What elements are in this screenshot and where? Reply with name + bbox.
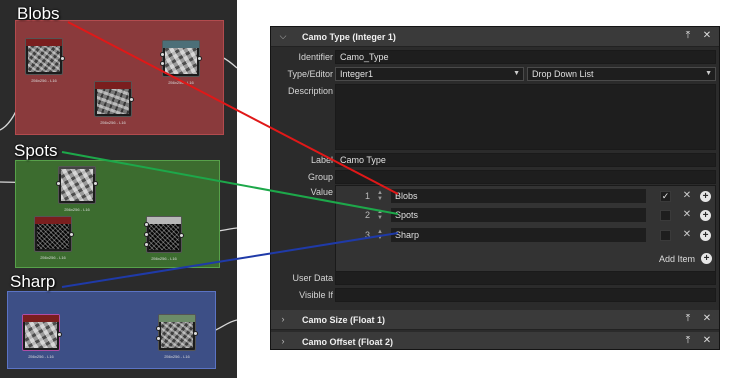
item-index: 3	[364, 230, 370, 240]
item-index: 1	[364, 191, 370, 201]
node-caption: 256x256 - L16	[100, 120, 126, 125]
identifier-field[interactable]: Camo_Type	[335, 50, 716, 64]
group-label: Group	[307, 172, 333, 182]
item-text-field[interactable]: Blobs	[391, 189, 646, 203]
node-caption: 256x256 - L16	[40, 255, 66, 260]
label-label: Label	[310, 155, 333, 165]
reorder-spinner-icon[interactable]: ▲ ▼	[377, 229, 383, 241]
visible-if-label: Visible If	[299, 290, 333, 300]
close-icon[interactable]: ✕	[701, 335, 713, 347]
section-title: Camo Size (Float 1)	[302, 315, 386, 325]
list-item[interactable]: 3 ▲ ▼ Sharp ✕ +	[358, 228, 713, 243]
export-icon[interactable]: ⤒	[682, 30, 694, 42]
node-caption: 256x256 - L16	[168, 80, 194, 85]
reorder-spinner-icon[interactable]: ▲ ▼	[377, 190, 383, 202]
default-checkbox[interactable]: ✓	[660, 191, 671, 202]
add-item-icon[interactable]: +	[700, 191, 711, 202]
list-item[interactable]: 2 ▲ ▼ Spots ✕ +	[358, 208, 713, 223]
node-caption: 256x256 - L16	[151, 256, 177, 261]
parameter-properties-panel: ⌵ Camo Type (Integer 1) ⤒ ✕ Identifier C…	[270, 26, 720, 350]
chevron-right-icon[interactable]: ›	[278, 336, 288, 346]
node-spots-output[interactable]: 256x256 - L16	[144, 216, 184, 261]
type-editor-label: Type/Editor	[287, 69, 333, 79]
node-blobs-output[interactable]: 256x256 - L16	[160, 40, 202, 85]
identifier-label: Identifier	[298, 52, 333, 62]
node-sharp-noise[interactable]: 256x256 - L16	[22, 314, 62, 359]
node-graph[interactable]: 256x256 - L16 256x256 - L16 256x256 - L1…	[0, 0, 237, 378]
export-icon[interactable]: ⤒	[682, 313, 694, 325]
section-camo-size[interactable]: › Camo Size (Float 1) ⤒ ✕	[271, 310, 719, 330]
node-caption: 256x256 - L16	[28, 354, 54, 359]
remove-item-icon[interactable]: ✕	[681, 229, 693, 241]
frame-title-blobs: Blobs	[17, 4, 60, 23]
export-icon[interactable]: ⤒	[682, 335, 694, 347]
remove-item-icon[interactable]: ✕	[681, 209, 693, 221]
item-index: 2	[364, 210, 370, 220]
add-item-icon[interactable]: +	[701, 253, 712, 264]
description-label: Description	[287, 86, 333, 96]
type-dropdown[interactable]: Integer1 ▼	[335, 67, 524, 81]
add-item-icon[interactable]: +	[700, 210, 711, 221]
node-caption: 256x256 - L16	[64, 207, 90, 212]
section-camo-offset[interactable]: › Camo Offset (Float 2) ⤒ ✕	[271, 332, 719, 349]
close-icon[interactable]: ✕	[701, 30, 713, 42]
section-camo-type[interactable]: ⌵ Camo Type (Integer 1) ⤒ ✕	[271, 27, 719, 47]
section-title: Camo Offset (Float 2)	[302, 337, 394, 347]
section-title: Camo Type (Integer 1)	[302, 32, 396, 42]
remove-item-icon[interactable]: ✕	[681, 190, 693, 202]
default-checkbox[interactable]	[660, 210, 671, 221]
node-caption: 256x256 - L16	[31, 78, 57, 83]
reorder-spinner-icon[interactable]: ▲ ▼	[377, 209, 383, 221]
chevron-down-icon[interactable]: ⌵	[278, 31, 288, 41]
user-data-field[interactable]	[335, 271, 716, 285]
chevron-right-icon[interactable]: ›	[278, 314, 288, 324]
add-item-icon[interactable]: +	[700, 230, 711, 241]
frame-title-spots: Spots	[14, 141, 58, 160]
add-item-label[interactable]: Add Item	[659, 254, 695, 264]
node-spots-small[interactable]: 256x256 - L16	[34, 216, 74, 260]
node-caption: 256x256 - L16	[164, 354, 190, 359]
close-icon[interactable]: ✕	[701, 313, 713, 325]
dropdown-arrow-icon: ▼	[513, 70, 520, 77]
value-label: Value	[310, 187, 333, 197]
editor-dropdown[interactable]: Drop Down List ▼	[527, 67, 716, 81]
description-field[interactable]	[335, 84, 716, 150]
node-blobs-mask[interactable]: 256x256 - L16	[94, 81, 134, 125]
item-text-field[interactable]: Spots	[391, 208, 646, 222]
dropdown-arrow-icon: ▼	[705, 70, 712, 77]
editor-dropdown-value: Drop Down List	[532, 69, 594, 79]
node-spots-noise[interactable]: 256x256 - L16	[56, 166, 98, 212]
label-field[interactable]: Camo Type	[335, 153, 716, 167]
frame-title-sharp: Sharp	[10, 272, 56, 291]
user-data-label: User Data	[292, 273, 333, 283]
list-item[interactable]: 1 ▲ ▼ Blobs ✓ ✕ +	[358, 189, 713, 204]
default-checkbox[interactable]	[660, 230, 671, 241]
group-field[interactable]	[335, 170, 716, 184]
visible-if-field[interactable]	[335, 288, 716, 302]
type-dropdown-value: Integer1	[340, 69, 374, 79]
node-sharp-output[interactable]: 256x256 - L16	[156, 314, 198, 359]
node-blobs-noise[interactable]: 256x256 - L16	[25, 38, 65, 83]
item-text-field[interactable]: Sharp	[391, 228, 646, 242]
